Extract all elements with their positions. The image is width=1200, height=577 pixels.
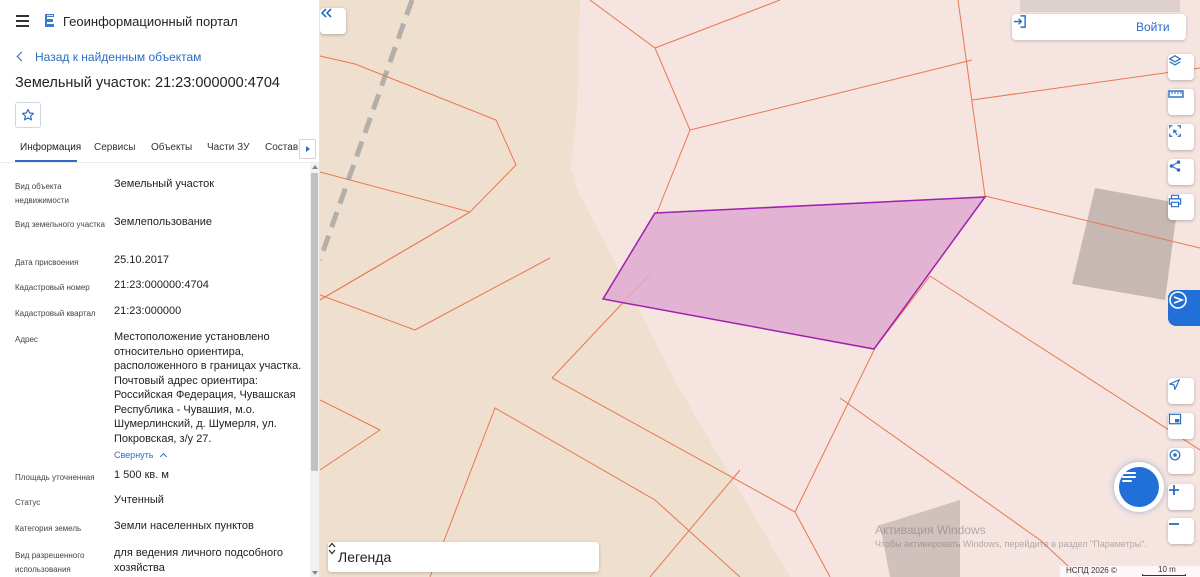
info-value: для ведения личного подсобного хозяйства — [114, 547, 284, 574]
info-value: Учтенный — [114, 494, 164, 506]
info-label: Адрес — [15, 335, 38, 344]
print-icon — [1168, 194, 1182, 208]
scroll-thumb[interactable] — [311, 173, 318, 471]
info-label: Вид объекта недвижимости — [15, 182, 69, 205]
top-bar: Геоинформационный портал — [0, 0, 320, 44]
sort-arrows-icon — [328, 542, 336, 555]
tabs-scroll-right-button[interactable] — [299, 139, 316, 159]
print-button[interactable] — [1168, 194, 1194, 220]
collapse-address-link[interactable]: Свернуть — [114, 450, 168, 461]
zoom-in-icon — [1169, 485, 1179, 495]
scale-label: 10 m — [1158, 565, 1176, 574]
info-value: 21:23:000000:4704 — [114, 279, 209, 291]
ruler-icon — [1168, 90, 1184, 98]
info-value: Земельный участок — [114, 178, 215, 190]
gps-icon — [1169, 449, 1181, 461]
info-value: 25.10.2017 — [114, 254, 170, 266]
back-to-results-link[interactable]: Назад к найденным объектам — [16, 50, 202, 64]
layers-button[interactable] — [1168, 54, 1194, 80]
info-list: Вид объекта недвижимости Земельный участ… — [0, 163, 310, 577]
collapse-row: Свернуть — [114, 445, 310, 463]
info-label: Дата присвоения — [15, 258, 79, 267]
info-value: Земли населенных пунктов — [114, 520, 254, 532]
info-value: 21:23:000000 — [114, 305, 182, 317]
object-panel: Геоинформационный портал Назад к найденн… — [0, 0, 320, 577]
login-label: Войти — [1136, 20, 1170, 34]
info-scrollbar[interactable] — [310, 163, 319, 577]
tab-objects[interactable]: Объекты — [151, 142, 192, 153]
minimap-icon — [1168, 413, 1182, 425]
collapse-label: Свернуть — [114, 450, 154, 460]
layers-icon — [1168, 55, 1182, 66]
tab-info[interactable]: Информация — [20, 142, 81, 153]
app-title: Геоинформационный портал — [63, 14, 238, 29]
menu-icon[interactable] — [16, 15, 29, 27]
select-area-icon — [1169, 125, 1181, 137]
windows-activation-text: Чтобы активировать Windows, перейдите в … — [875, 539, 1147, 549]
page-title: Земельный участок: 21:23:000000:4704 — [15, 75, 280, 91]
info-label: Статус — [15, 498, 41, 507]
share-icon — [1169, 160, 1181, 172]
scroll-down-arrow[interactable] — [312, 571, 318, 575]
select-area-button[interactable] — [1168, 124, 1194, 150]
windows-activation-title: Активация Windows — [875, 523, 986, 537]
scale-bar — [1142, 574, 1186, 576]
chat-button[interactable] — [1114, 462, 1164, 512]
info-label: Площадь уточненная — [15, 473, 95, 482]
info-value: Землепользование — [114, 216, 213, 228]
info-label: Категория земель — [15, 524, 82, 533]
scroll-up-arrow[interactable] — [312, 165, 318, 169]
map-canvas[interactable]: Войти Легенда Активация Windows Чтобы ак… — [320, 0, 1200, 577]
map-attribution: НСПД 2026 © 10 m — [1060, 565, 1200, 577]
double-chevron-left-icon — [320, 8, 332, 18]
attribution-text: НСПД 2026 © — [1066, 566, 1117, 575]
locate-button[interactable] — [1168, 378, 1194, 404]
info-label: Вид земельного участка — [15, 220, 105, 229]
measure-button[interactable] — [1168, 89, 1194, 115]
minimap-button[interactable] — [1168, 413, 1194, 439]
panel-toggle-icon — [1169, 291, 1187, 309]
login-button[interactable]: Войти — [1012, 14, 1186, 40]
gps-button[interactable] — [1168, 448, 1194, 474]
tab-parts[interactable]: Части ЗУ — [207, 142, 249, 153]
building — [1020, 0, 1180, 12]
zoom-in-button[interactable] — [1168, 484, 1194, 510]
login-icon — [1013, 15, 1026, 28]
tab-services[interactable]: Сервисы — [94, 142, 135, 153]
info-label: Вид разрешенного использования — [15, 551, 85, 574]
legend-label: Легенда — [338, 549, 392, 565]
locate-icon — [1169, 379, 1180, 390]
share-button[interactable] — [1168, 159, 1194, 185]
back-link-label: Назад к найденным объектам — [35, 50, 202, 64]
chevron-left-icon — [16, 51, 27, 62]
favorite-button[interactable] — [15, 102, 41, 128]
info-label: Кадастровый квартал — [15, 309, 96, 318]
tab-composition[interactable]: Состав — [265, 142, 298, 153]
legend-selector[interactable]: Легенда — [328, 542, 599, 572]
chat-button-inner — [1119, 467, 1159, 507]
caret-right-icon — [305, 146, 310, 152]
info-label: Кадастровый номер — [15, 283, 90, 292]
zoom-out-button[interactable] — [1168, 518, 1194, 544]
cadastral-map — [320, 0, 1200, 577]
logo-icon — [45, 14, 54, 27]
star-icon — [21, 108, 35, 121]
info-value: Местоположение установлено относительно … — [114, 331, 302, 445]
info-value: 1 500 кв. м — [114, 469, 169, 481]
chat-icon — [1122, 472, 1136, 482]
collapse-panel-button[interactable] — [320, 8, 346, 34]
chevron-up-icon — [160, 452, 168, 461]
side-panel-tab[interactable] — [1168, 290, 1200, 326]
zoom-out-icon — [1169, 523, 1179, 525]
tab-bar: Информация Сервисы Объекты Части ЗУ Сост… — [15, 138, 315, 162]
